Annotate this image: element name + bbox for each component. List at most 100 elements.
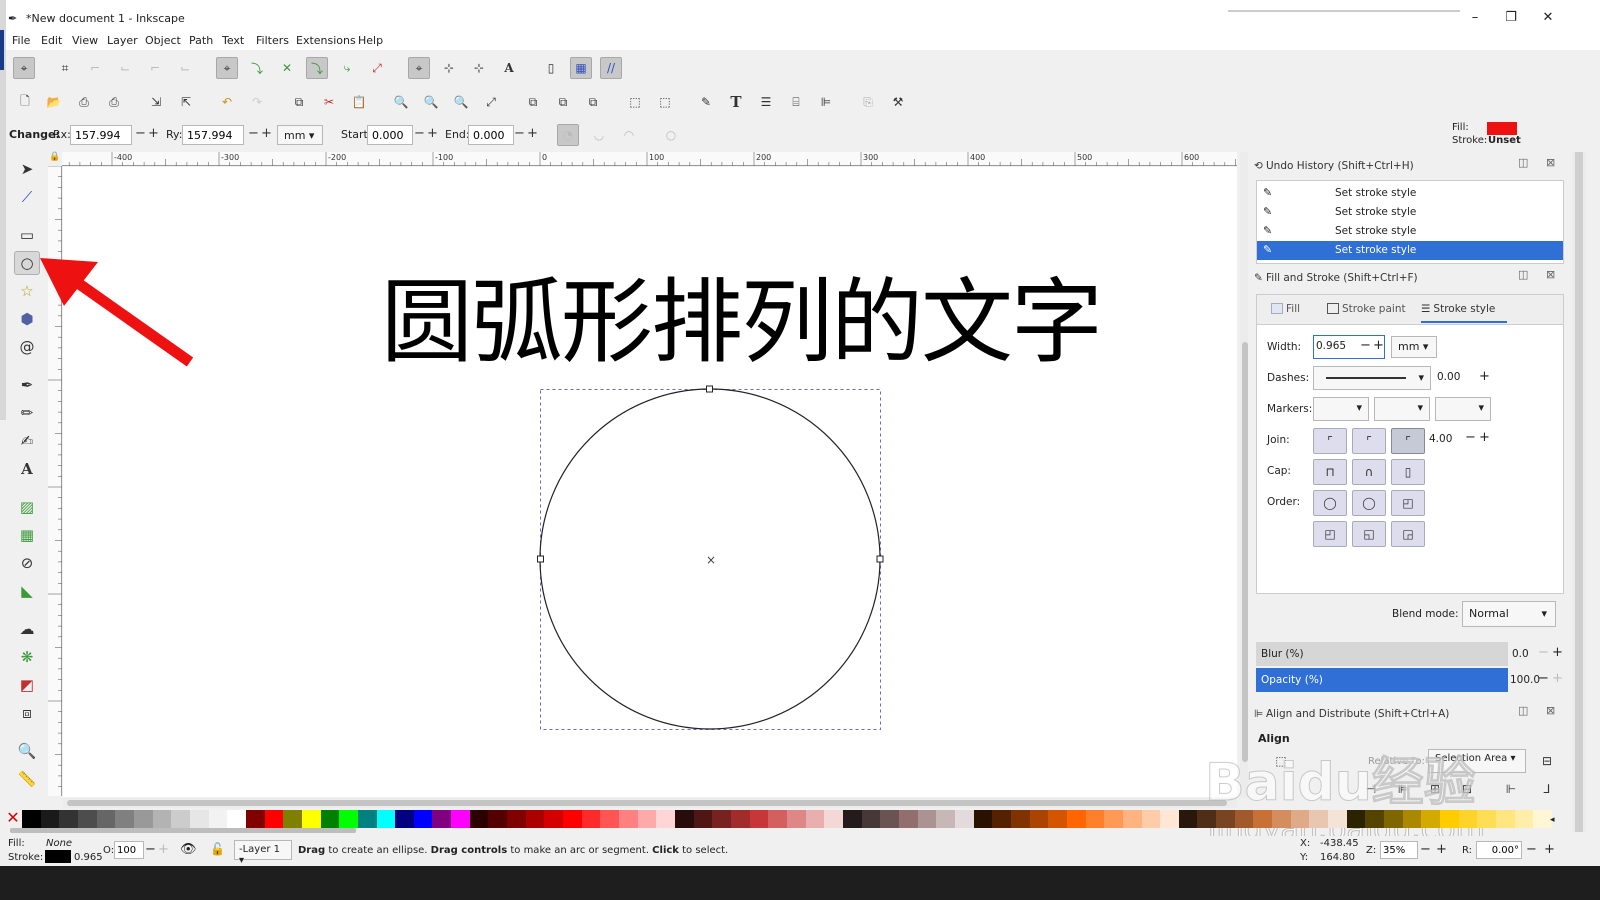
pencil-tool-icon[interactable]: ✏	[14, 401, 40, 425]
snap-enable-button[interactable]: ⌖	[13, 57, 35, 79]
palette-swatch[interactable]	[805, 810, 825, 828]
align-distribute-icon[interactable]: ⊫	[815, 91, 837, 113]
ry-decrement-button[interactable]: −	[248, 126, 259, 141]
palette-swatch[interactable]	[395, 810, 415, 828]
palette-swatch[interactable]	[675, 810, 695, 828]
panel-scrollbar-thumb[interactable]	[1575, 152, 1583, 832]
ungroup-icon[interactable]: ⬚	[654, 91, 676, 113]
ellipse-ry-handle[interactable]	[706, 385, 713, 393]
blur-decrement-button[interactable]: −	[1538, 645, 1549, 660]
fill-indicator-swatch[interactable]	[1487, 122, 1517, 135]
undo-history-iconify-button[interactable]: ◫	[1518, 156, 1528, 169]
palette-swatch[interactable]	[992, 810, 1012, 828]
mid-marker-dropdown[interactable]: ▾	[1374, 397, 1430, 421]
start-input[interactable]	[367, 125, 413, 145]
palette-swatch[interactable]	[954, 810, 974, 828]
width-increment-button[interactable]: +	[1373, 338, 1384, 353]
blur-slider[interactable]: Blur (%)	[1256, 642, 1508, 666]
palette-swatch[interactable]	[301, 810, 321, 828]
status-opacity-increment-button[interactable]: +	[158, 842, 169, 857]
snap-intersections-button[interactable]: ✕	[276, 57, 298, 79]
tab-stroke-paint[interactable]: Stroke paint	[1327, 303, 1406, 315]
cut-icon[interactable]: ✂	[318, 91, 340, 113]
snap-bbox-edges-button[interactable]: ⌐	[84, 57, 106, 79]
ellipse-rx-handle-right[interactable]	[876, 555, 884, 563]
palette-swatch[interactable]	[376, 810, 396, 828]
palette-swatch[interactable]	[880, 810, 900, 828]
minimize-button[interactable]: –	[1457, 8, 1493, 28]
horizontal-scrollbar-thumb[interactable]	[67, 800, 1227, 806]
paint-order-stroke-fill-icon[interactable]: ◯	[1352, 490, 1386, 516]
zoom-selection-icon[interactable]: 🔍	[390, 91, 412, 113]
xml-editor-icon[interactable]: ⌸	[785, 91, 807, 113]
start-marker-dropdown[interactable]: ▾	[1313, 397, 1369, 421]
palette-swatch[interactable]	[1141, 810, 1161, 828]
palette-swatch[interactable]	[619, 810, 639, 828]
menu-text[interactable]: Text	[222, 34, 244, 47]
ellipse-rx-handle-left[interactable]	[537, 555, 544, 563]
start-decrement-button[interactable]: −	[414, 126, 425, 141]
snap-smooth-nodes-button[interactable]: ⤷	[336, 57, 358, 79]
paint-bucket-tool-icon[interactable]: ◣	[14, 579, 40, 603]
menu-help[interactable]: Help	[358, 34, 383, 47]
blur-value[interactable]: 0.0	[1512, 648, 1529, 660]
palette-scrollbar[interactable]	[10, 828, 356, 833]
palette-swatch[interactable]	[1085, 810, 1105, 828]
drawing-canvas[interactable]: 圆弧形排列的文字 ×	[63, 167, 1237, 797]
snap-bbox-corners-button[interactable]: ⌙	[114, 57, 136, 79]
palette-swatch[interactable]	[22, 810, 41, 828]
dash-offset-increment-button[interactable]: +	[1479, 369, 1490, 384]
palette-swatch[interactable]	[1496, 810, 1516, 828]
status-opacity-decrement-button[interactable]: −	[145, 842, 156, 857]
palette-swatch[interactable]	[77, 810, 97, 828]
menu-extensions[interactable]: Extensions	[296, 34, 356, 47]
panel-scrollbar[interactable]	[1572, 152, 1586, 832]
unit-dropdown[interactable]: mm ▾	[277, 125, 323, 145]
layers-icon[interactable]: ☰	[755, 91, 777, 113]
palette-swatch[interactable]	[1384, 810, 1404, 828]
palette-swatch[interactable]	[189, 810, 209, 828]
palette-swatch[interactable]	[1160, 810, 1180, 828]
palette-swatch[interactable]	[525, 810, 545, 828]
zoom-drawing-icon[interactable]: 🔍	[420, 91, 442, 113]
export-icon[interactable]: ⇱	[175, 91, 197, 113]
zoom-width-icon[interactable]: ⤢	[480, 91, 502, 113]
paint-order-fill-markers-icon[interactable]: ◰	[1391, 490, 1425, 516]
eye-icon[interactable]: 👁	[180, 842, 197, 857]
print-icon[interactable]: ⎙	[103, 91, 125, 113]
layer-dropdown[interactable]: -Layer 1 ▾	[234, 840, 292, 866]
align-close-button[interactable]: ⊠	[1546, 704, 1555, 717]
text-tool-icon[interactable]: A	[14, 457, 40, 481]
round-cap-icon[interactable]: ∩	[1352, 459, 1386, 485]
opacity-decrement-button[interactable]: −	[1538, 671, 1549, 686]
palette-scroll-left-icon[interactable]: ◂	[1550, 815, 1555, 825]
close-button[interactable]: ✕	[1530, 8, 1566, 28]
undo-history-item[interactable]: ✎ Set stroke style	[1257, 184, 1563, 203]
rx-increment-button[interactable]: +	[148, 126, 159, 141]
width-decrement-button[interactable]: −	[1360, 338, 1371, 353]
tab-stroke-style[interactable]: ☰ Stroke style	[1421, 303, 1507, 323]
zoom-page-icon[interactable]: 🔍	[450, 91, 472, 113]
undo-history-close-button[interactable]: ⊠	[1546, 156, 1555, 169]
slice-type-button[interactable]: ◔	[557, 124, 579, 146]
palette-swatch[interactable]	[152, 810, 172, 828]
arc-type-button[interactable]: ◡	[588, 124, 610, 146]
opacity-slider[interactable]: Opacity (%)	[1256, 668, 1508, 692]
snap-page-border-button[interactable]: ▯	[540, 57, 562, 79]
ry-input[interactable]	[182, 125, 244, 145]
palette-swatch[interactable]	[563, 810, 583, 828]
lock-icon[interactable]: 🔓	[210, 842, 225, 856]
duplicate-icon[interactable]: ⧉	[522, 91, 544, 113]
width-unit-dropdown[interactable]: mm ▾	[1391, 336, 1437, 358]
palette-swatch[interactable]	[488, 810, 508, 828]
rotate-decrement-button[interactable]: −	[1526, 842, 1537, 857]
palette-swatch[interactable]	[898, 810, 918, 828]
document-properties-icon[interactable]: ⎘	[857, 91, 879, 113]
snap-bbox-midpoints-button[interactable]: ⌐	[144, 57, 166, 79]
snap-paths-button[interactable]: ⤵	[246, 57, 268, 79]
palette-swatch[interactable]	[1104, 810, 1124, 828]
tweak-tool-icon[interactable]: ☁	[14, 617, 40, 641]
palette-swatch[interactable]	[432, 810, 452, 828]
palette-swatch[interactable]	[96, 810, 116, 828]
status-stroke-swatch[interactable]	[45, 850, 71, 863]
